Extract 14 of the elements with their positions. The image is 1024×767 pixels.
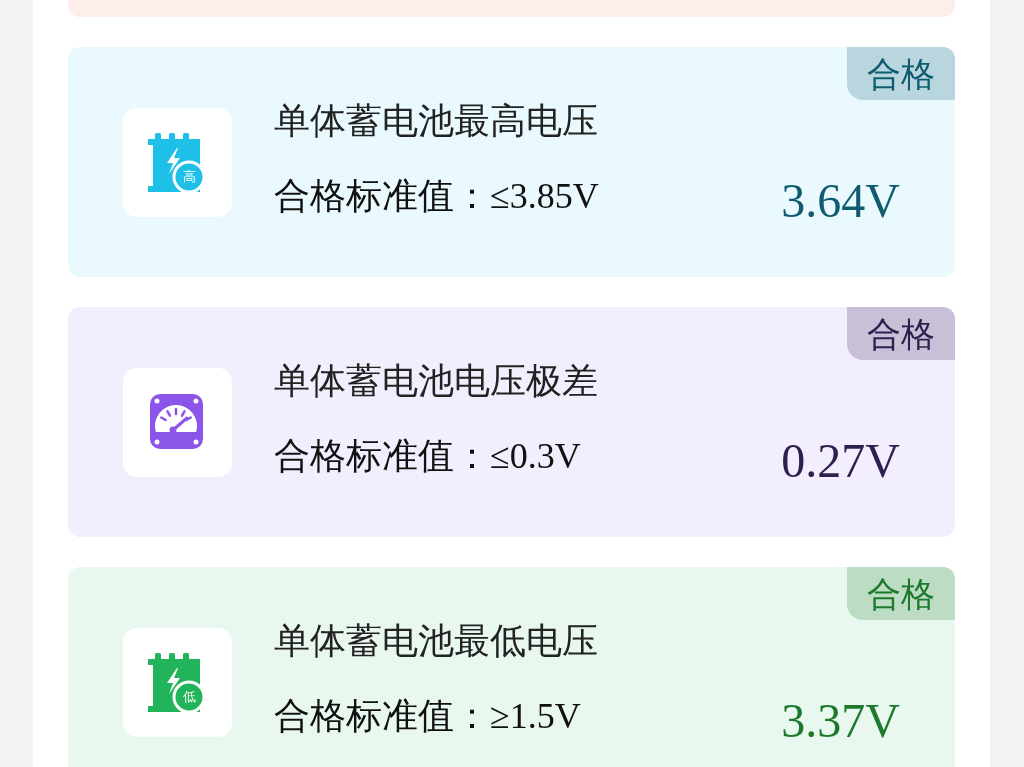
standard-value-text: 合格标准值：≥1.5V — [274, 694, 582, 738]
measured-value: 0.27V — [781, 437, 900, 485]
status-badge: 合格 — [847, 47, 955, 100]
card-title: 单体蓄电池最低电压 — [274, 618, 598, 663]
standard-value-text: 合格标准值：≤0.3V — [274, 434, 582, 478]
icon-label: 高 — [181, 168, 197, 185]
card-title: 单体蓄电池电压极差 — [274, 358, 598, 403]
measured-value: 3.64V — [781, 177, 900, 225]
standard-value-text: 合格标准值：≤3.85V — [274, 174, 599, 218]
card-title: 单体蓄电池最高电压 — [274, 98, 599, 143]
icon-label: 低 — [181, 688, 197, 705]
measured-value: 3.37V — [781, 697, 900, 745]
status-badge: 合格 — [847, 307, 955, 360]
status-badge: 合格 — [847, 567, 955, 620]
